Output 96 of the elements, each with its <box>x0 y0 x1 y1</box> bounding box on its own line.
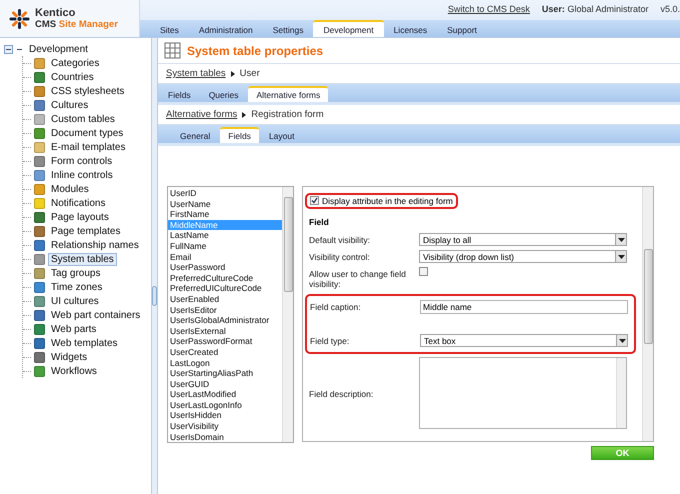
tree-item[interactable]: Web templates <box>48 336 121 350</box>
logo-icon <box>8 8 30 30</box>
switch-link[interactable]: Switch to CMS Desk <box>448 4 530 14</box>
field-label: Allow user to change field visibility: <box>309 268 407 289</box>
list-item[interactable]: UserIsHidden <box>168 410 282 422</box>
field-label: Default visibility: <box>309 234 371 245</box>
breadcrumb-link[interactable]: Alternative forms <box>166 109 238 120</box>
collapse-icon[interactable] <box>4 44 13 54</box>
list-item[interactable]: UserCreated <box>168 346 282 358</box>
tree-item[interactable]: Modules <box>48 182 92 196</box>
list-item[interactable]: UserEnabled <box>168 294 282 305</box>
scrollbar-thumb[interactable] <box>644 249 652 344</box>
list-item[interactable]: UserIsExternal <box>168 326 282 336</box>
list-item[interactable]: FirstName <box>168 209 282 220</box>
caret-icon <box>616 335 627 346</box>
page-title: System table properties <box>187 44 324 58</box>
caret-icon <box>615 234 626 245</box>
breadcrumb-link[interactable]: System tables <box>166 68 226 79</box>
caret-icon <box>615 251 626 262</box>
logo-product: CMS Site Manager <box>35 18 118 30</box>
list-item[interactable]: PreferredUICultureCode <box>168 283 282 294</box>
list-item[interactable]: UserIsEditor <box>168 304 282 316</box>
tree-item[interactable]: Development <box>26 42 91 56</box>
tree-item[interactable]: Tag groups <box>48 266 104 280</box>
nav-tab[interactable]: Licenses <box>384 20 438 37</box>
tree-item[interactable]: Custom tables <box>48 112 118 126</box>
checkbox[interactable] <box>419 267 428 276</box>
field-label: Field type: <box>310 335 350 346</box>
version-text: v5.0. <box>660 4 680 14</box>
list-item[interactable]: UserGUID <box>168 378 282 390</box>
nav-tab[interactable]: Settings <box>262 20 314 37</box>
list-item[interactable]: UserIsGlobalAdministrator <box>168 315 282 326</box>
tab[interactable]: Layout <box>260 127 302 143</box>
text-field[interactable]: Middle name <box>420 300 628 314</box>
tree-item[interactable]: Inline controls <box>48 168 116 182</box>
list-item[interactable]: UserPassword <box>168 262 282 273</box>
list-item[interactable]: LastLogon <box>168 358 282 368</box>
section-title: Field <box>309 217 330 227</box>
list-item[interactable]: UserVisibility <box>168 421 282 432</box>
scrollbar-thumb[interactable] <box>284 197 292 292</box>
list-item[interactable]: Email <box>168 252 282 262</box>
dropdown[interactable]: Text box <box>420 334 628 347</box>
nav-tab[interactable]: Support <box>437 20 487 37</box>
tree-item[interactable]: Form controls <box>48 154 116 168</box>
textarea-field[interactable] <box>419 357 627 429</box>
nav-tab[interactable]: Administration <box>188 20 263 37</box>
breadcrumb-current: User <box>240 68 260 79</box>
logo-name: Kentico <box>35 6 76 18</box>
field-label: Field description: <box>309 388 374 399</box>
tree-item[interactable]: Notifications <box>48 196 108 210</box>
tab[interactable]: Fields <box>160 86 199 102</box>
tab[interactable]: Alternative forms <box>248 86 328 102</box>
list-item[interactable]: UserStartingAliasPath <box>168 368 282 379</box>
tree-item[interactable]: Web parts <box>48 322 100 336</box>
tree-item[interactable]: E-mail templates <box>48 140 128 154</box>
tab[interactable]: Queries <box>200 86 246 102</box>
list-item[interactable]: UserIsDomain <box>168 432 282 442</box>
tab[interactable]: Fields <box>220 127 259 143</box>
tree-item[interactable]: Categories <box>48 56 102 70</box>
list-item[interactable]: UserLastLogonInfo <box>168 400 282 410</box>
tree-item[interactable]: UI cultures <box>48 294 102 308</box>
nav-tab[interactable]: Development <box>313 20 384 37</box>
list-item[interactable]: UserID <box>168 188 282 199</box>
arrow-icon <box>230 70 235 76</box>
dropdown[interactable]: Visibility (drop down list) <box>419 250 627 263</box>
dropdown[interactable]: Display to all <box>419 233 627 246</box>
tree-item[interactable]: Widgets <box>48 350 90 364</box>
tree-item[interactable]: Relationship names <box>48 238 142 252</box>
tree-item[interactable]: Workflows <box>48 364 100 378</box>
tree-item[interactable]: Page layouts <box>48 210 112 224</box>
breadcrumb-current: Registration form <box>251 109 324 120</box>
tree-item[interactable]: CSS stylesheets <box>48 84 128 98</box>
list-item[interactable]: UserPasswordFormat <box>168 336 282 347</box>
nav-tab[interactable]: Sites <box>150 20 189 37</box>
user-info: User: Global Administrator <box>542 4 648 14</box>
grid-icon <box>164 42 181 59</box>
field-label: Field caption: <box>310 301 362 312</box>
list-item[interactable]: PreferredCultureCode <box>168 272 282 284</box>
tree-item[interactable]: Document types <box>48 126 126 140</box>
tree-item[interactable]: Cultures <box>48 98 92 112</box>
field-label: Visibility control: <box>309 251 371 262</box>
tree-item[interactable]: Web part containers <box>48 308 144 322</box>
arrow-icon <box>242 112 246 118</box>
collapse-handle[interactable] <box>152 286 157 306</box>
tab[interactable]: General <box>172 127 218 143</box>
tree-item[interactable]: Countries <box>48 70 97 84</box>
list-item[interactable]: UserName <box>168 198 282 210</box>
list-item[interactable]: FullName <box>168 240 282 252</box>
list-item[interactable]: UserLastModified <box>168 389 282 400</box>
tree-item[interactable]: Time zones <box>48 280 106 294</box>
check-icon <box>311 197 318 204</box>
tree-item[interactable]: System tables <box>48 252 117 266</box>
list-item[interactable]: LastName <box>168 230 282 241</box>
display-attribute-checkbox[interactable]: Display attribute in the editing form <box>310 196 453 206</box>
field-listbox[interactable] <box>167 186 294 443</box>
tree-item[interactable]: Page templates <box>48 224 124 238</box>
